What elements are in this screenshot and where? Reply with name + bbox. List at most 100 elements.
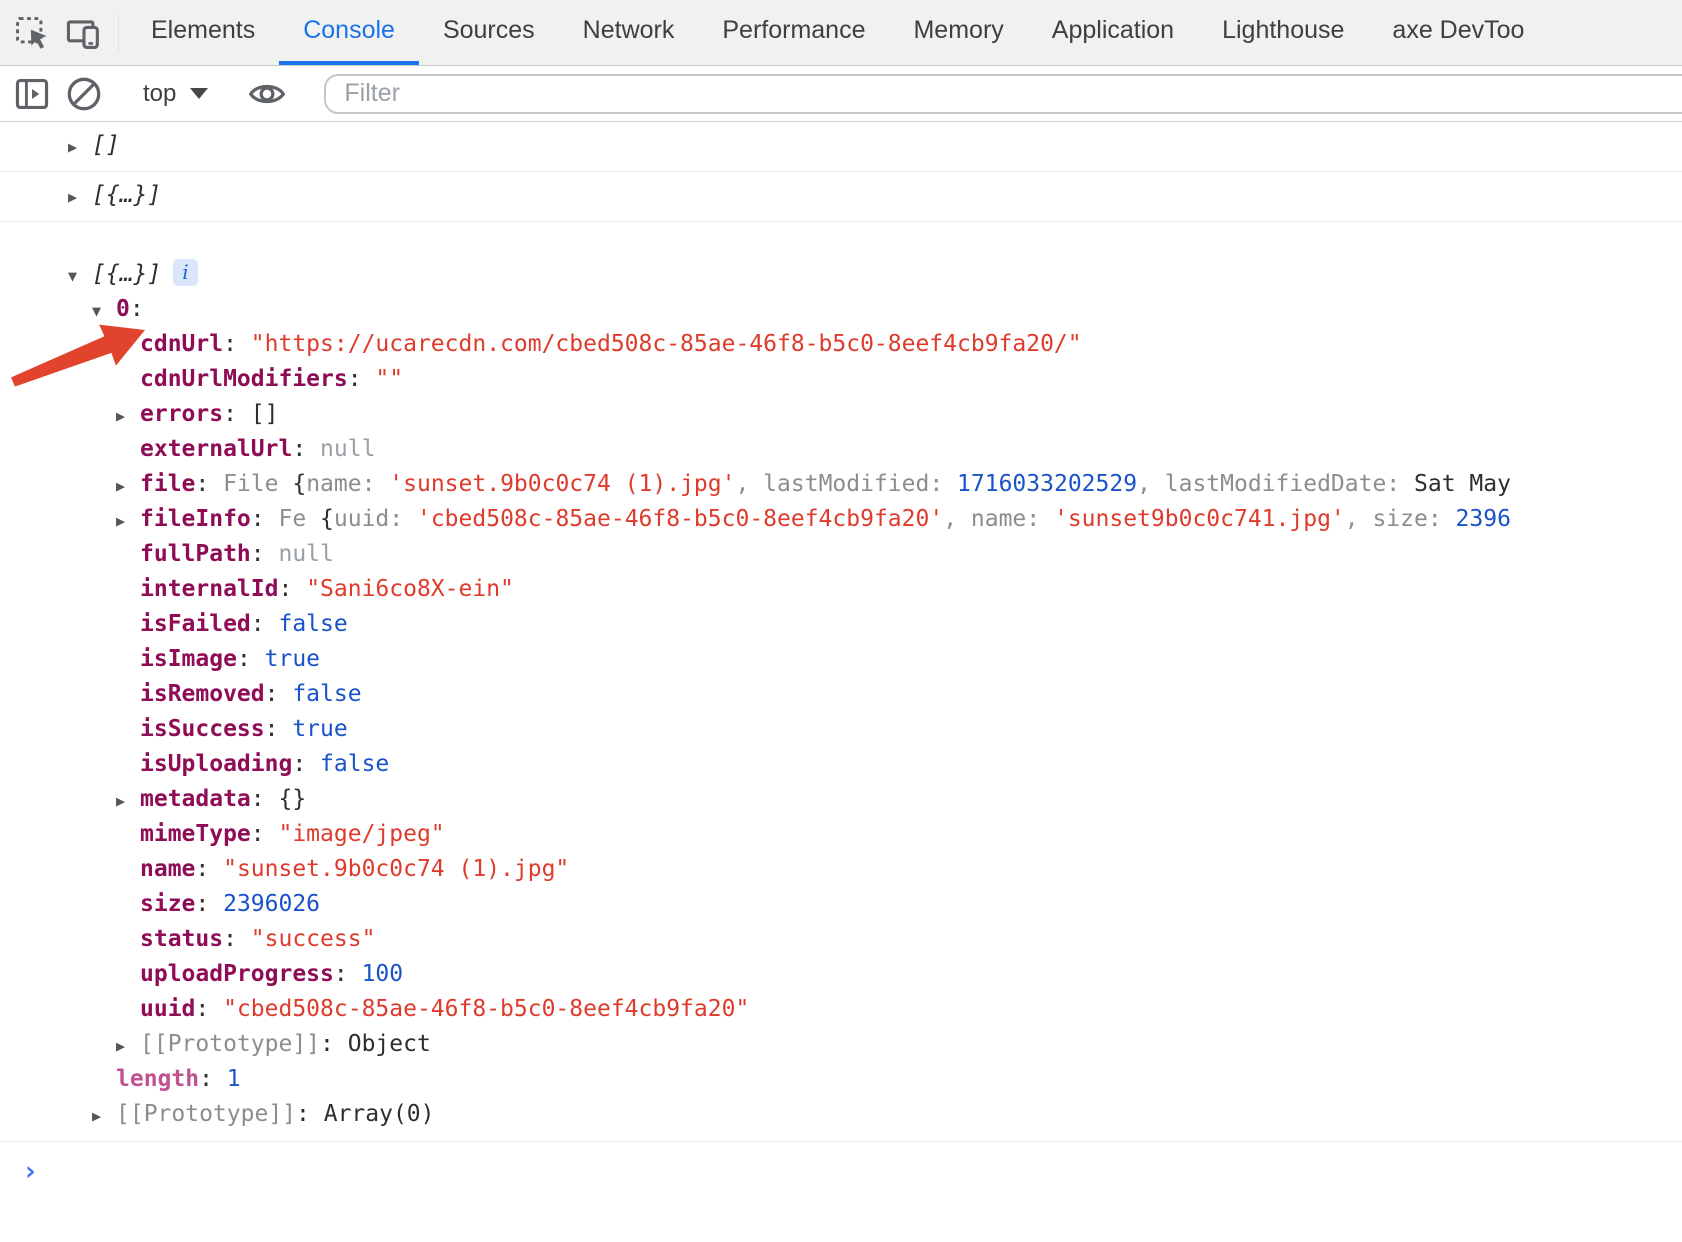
console-text-num: 2396026 [223,891,320,917]
console-text-key: isImage [140,646,237,672]
console-line: ▶isRemoved: false [0,678,1682,713]
toolbar-divider [118,14,119,51]
console-text-str: "success" [251,926,376,952]
console-text-plain: {} [278,786,306,812]
inspect-element-button[interactable] [6,0,58,65]
console-line: ▶status: "success" [0,923,1682,958]
disclosure-triangle[interactable]: ▶ [116,1030,140,1063]
disclosure-triangle[interactable]: ▼ [68,260,92,293]
console-text-key: status [140,926,223,952]
console-text-key: uploadProgress [140,961,334,987]
console-line: ▶uuid: "cbed508c-85ae-46f8-b5c0-8eef4cb9… [0,993,1682,1028]
console-text-bool: false [320,751,389,777]
console-text-plain: : [223,926,251,952]
console-text-preview: [{…}] [92,261,161,287]
console-text-bool: false [278,611,347,637]
console-text-nullv: null [320,436,375,462]
devtools-tab-bar: Elements Console Sources Network Perform… [0,0,1682,66]
console-text-plain: Object [348,1031,431,1057]
chevron-down-icon [190,88,208,99]
eye-icon [246,73,288,115]
filter-input[interactable] [324,74,1682,114]
console-text-str: "" [375,366,403,392]
disclosure-triangle[interactable]: ▼ [92,295,116,328]
console-text-str: "image/jpeg" [278,821,444,847]
console-text-plain: : [265,681,293,707]
console-text-key: cdnUrlModifiers [140,366,348,392]
disclosure-triangle[interactable]: ▶ [116,400,140,433]
console-text-key: 0 [116,296,130,322]
show-console-sidebar-button[interactable] [6,75,58,113]
tab-network[interactable]: Network [559,0,699,65]
console-line: ▶[[Prototype]]: Array(0) [0,1098,1682,1133]
console-line: ▶isSuccess: true [0,713,1682,748]
console-text-plain: : [296,1101,324,1127]
console-text-plain: : [237,646,265,672]
console-text-plain: : [334,961,362,987]
console-text-gray: [[Prototype]] [140,1031,320,1057]
console-line: ▶internalId: "Sani6co8X-ein" [0,573,1682,608]
console-text-num: 2396 [1456,506,1511,532]
info-badge-icon[interactable]: i [173,259,197,286]
console-text-plain: : [195,891,223,917]
console-text-gray: Fe [278,506,320,532]
console-text-plain: : [320,1031,348,1057]
console-prompt[interactable]: › [0,1142,1682,1187]
disclosure-triangle[interactable]: ▶ [116,505,140,538]
console-log-entry: ▼[{…}]i▼0: ▶cdnUrl: "https://ucarecdn.co… [0,222,1682,1142]
console-text-str: "cbed508c-85ae-46f8-b5c0-8eef4cb9fa20" [223,996,749,1022]
console-line: ▶externalUrl: null [0,433,1682,468]
console-text-preview: [] [92,132,120,158]
disclosure-triangle[interactable]: ▶ [92,1100,116,1133]
console-log-entry: ▶[] [0,122,1682,172]
disclosure-triangle[interactable]: ▶ [68,174,92,221]
console-text-plain: : [278,576,306,602]
console-text-gray: , lastModifiedDate: [1137,471,1414,497]
toggle-device-toolbar-button[interactable] [58,0,110,65]
console-text-str: 'cbed508c-85ae-46f8-b5c0-8eef4cb9fa20' [417,506,943,532]
tab-sources[interactable]: Sources [419,0,559,65]
tab-axe-devtools[interactable]: axe DevToo [1368,0,1548,65]
console-text-preview: [{…}] [92,182,161,208]
console-text-key: cdnUrl [140,331,223,357]
console-text-key: fullPath [140,541,251,567]
console-line: ▶uploadProgress: 100 [0,958,1682,993]
console-text-key: size [140,891,195,917]
tab-performance[interactable]: Performance [698,0,889,65]
create-live-expression-button[interactable] [241,73,293,115]
tab-application[interactable]: Application [1028,0,1198,65]
console-text-num: 1716033202529 [957,471,1137,497]
console-text-key: isUploading [140,751,292,777]
tab-lighthouse[interactable]: Lighthouse [1198,0,1368,65]
console-line: ▶isUploading: false [0,748,1682,783]
console-line: ▶errors: [] [0,398,1682,433]
inspect-cursor-icon [12,13,52,53]
disclosure-triangle[interactable]: ▶ [68,124,92,171]
console-line: ▶fileInfo: Fe {uuid: 'cbed508c-85ae-46f8… [0,503,1682,538]
prompt-chevron-icon: › [22,1156,38,1187]
console-line: ▶[] [0,122,1682,171]
console-text-key: isSuccess [140,716,265,742]
disclosure-triangle[interactable]: ▶ [116,785,140,818]
console-text-num: 1 [227,1066,241,1092]
console-text-gray: , size: [1345,506,1456,532]
console-text-plain: Array(0) [324,1101,435,1127]
execution-context-selector[interactable]: top [127,80,224,108]
tab-elements[interactable]: Elements [127,0,279,65]
console-text-key: metadata [140,786,251,812]
console-text-plain: Sat May [1414,471,1511,497]
console-text-plain: : [195,996,223,1022]
console-text-str: "Sani6co8X-ein" [306,576,514,602]
console-line: ▶name: "sunset.9b0c0c74 (1).jpg" [0,853,1682,888]
tab-console[interactable]: Console [279,0,419,65]
clear-console-button[interactable] [58,74,110,114]
console-messages: ▶[]▶[{…}]▼[{…}]i▼0: ▶cdnUrl: "https://uc… [0,122,1682,1187]
console-text-str: 'sunset.9b0c0c74 (1).jpg' [389,471,735,497]
console-text-key: externalUrl [140,436,292,462]
console-line: ▶cdnUrl: "https://ucarecdn.com/cbed508c-… [0,328,1682,363]
console-text-plain: { [292,471,306,497]
disclosure-triangle[interactable]: ▶ [116,470,140,503]
console-line: ▼0: [0,293,1682,328]
tab-memory[interactable]: Memory [889,0,1027,65]
console-line: ▶cdnUrlModifiers: "" [0,363,1682,398]
